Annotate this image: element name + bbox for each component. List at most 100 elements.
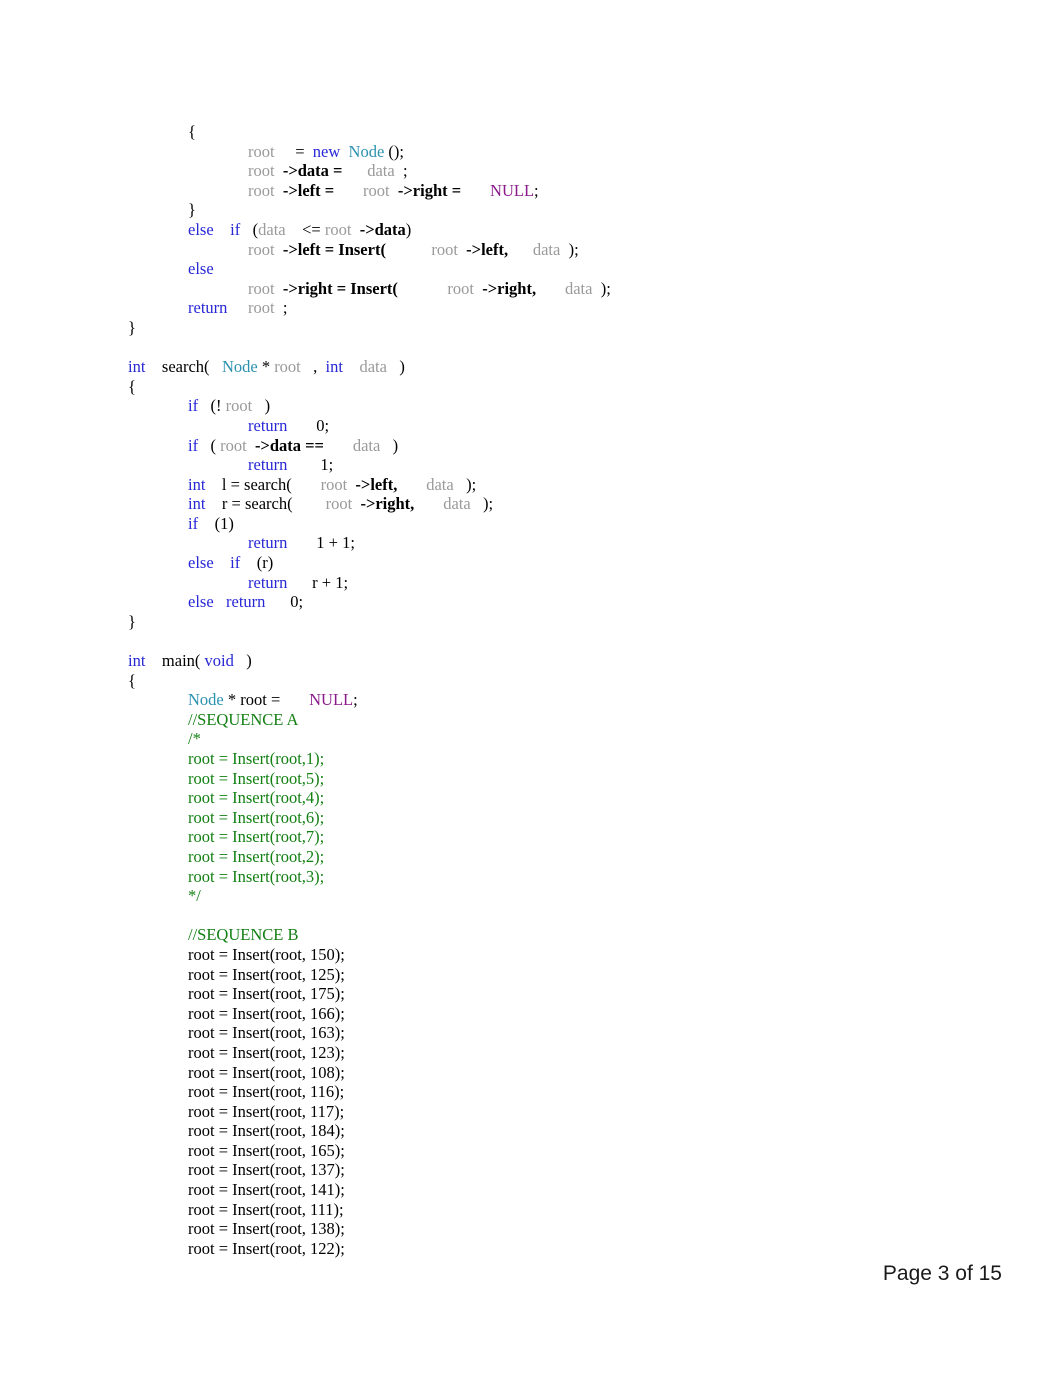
code-token: root = Insert(root,3); [188, 866, 325, 886]
code-token: /* [188, 729, 201, 749]
code-token: return [226, 592, 266, 612]
code-token: root = Insert(root, 138); [188, 1219, 345, 1239]
code-line: if (1) [128, 514, 988, 534]
document-page: {root = new Node (); root ->data = data ;… [0, 0, 1062, 1377]
code-token: root = Insert(root, 116); [188, 1082, 345, 1102]
code-line: else return 0; [128, 592, 988, 612]
code-line: //SEQUENCE A [128, 710, 988, 730]
code-token: root [274, 357, 301, 377]
code-token: root [363, 180, 390, 200]
code-token: root [220, 435, 247, 455]
code-line: if ( root ->data == data ) [128, 436, 988, 456]
code-line: root = Insert(root, 150); [128, 945, 988, 965]
code-line: root = Insert(root, 117); [128, 1102, 988, 1122]
code-listing: {root = new Node (); root ->data = data ;… [128, 122, 988, 1258]
code-token: root [325, 494, 353, 514]
code-token: (! [198, 396, 226, 416]
code-token: Node [221, 357, 258, 377]
code-token: { [188, 122, 196, 141]
code-token: root = Insert(root, 125); [188, 964, 345, 984]
code-token: return [248, 455, 288, 475]
code-token: root [248, 161, 275, 181]
code-token: } [128, 317, 136, 337]
code-token: ->left, [355, 474, 398, 494]
code-token: root [248, 180, 275, 200]
code-token: root [248, 278, 275, 298]
code-token: return [248, 415, 288, 435]
code-token: ( [198, 435, 221, 455]
code-line: root = Insert(root,4); [128, 788, 988, 808]
code-token: root = Insert(root,4); [188, 788, 325, 808]
code-token: ); [470, 494, 494, 514]
code-token: ; [534, 180, 539, 200]
code-token: ; [274, 298, 288, 318]
code-token: root = Insert(root, 150); [188, 944, 345, 964]
code-token: 1 + 1; [287, 533, 355, 553]
code-line: Node * root = NULL; [128, 690, 988, 710]
code-token: ->right = Insert( [282, 278, 398, 298]
code-line: return 1; [128, 455, 988, 475]
code-line: return 1 + 1; [128, 533, 988, 553]
code-token: ) [380, 435, 399, 455]
code-token: root = Insert(root,1); [188, 749, 325, 768]
code-token: root = Insert(root, 117); [188, 1101, 345, 1121]
code-token: * root = [223, 690, 281, 710]
code-line: { [128, 377, 988, 397]
code-token: if [230, 553, 241, 573]
code-line: root = Insert(root,6); [128, 808, 988, 828]
code-token: ->data = [282, 161, 343, 181]
code-line: } [128, 612, 988, 632]
code-line: root = Insert(root,1); [128, 749, 988, 769]
code-token: ->left = [282, 180, 335, 200]
code-line: root ->left = root ->right = NULL; [128, 181, 988, 201]
code-token: , [300, 357, 326, 377]
code-token: root = Insert(root, 137); [188, 1160, 345, 1180]
code-token: root = Insert(root,7); [188, 827, 325, 847]
code-token: r + 1; [287, 572, 349, 592]
code-token: = [274, 141, 313, 161]
code-token: ( [240, 219, 259, 239]
code-token: //SEQUENCE A [188, 709, 299, 729]
code-token: return [188, 298, 228, 318]
code-token: root = Insert(root,5); [188, 768, 325, 788]
code-line: { [128, 122, 988, 142]
code-token: root = Insert(root, 166); [188, 1003, 345, 1023]
code-line: root = Insert(root, 166); [128, 1004, 988, 1024]
code-token: else [188, 259, 214, 279]
code-token: return [248, 572, 288, 592]
code-token: root = Insert(root, 123); [188, 1042, 345, 1062]
code-line: else if (r) [128, 553, 988, 573]
code-token: data [443, 494, 471, 514]
code-token: ->right, [360, 494, 415, 514]
code-line: root = Insert(root, 122); [128, 1239, 988, 1259]
code-token: if [188, 435, 199, 455]
code-line: //SEQUENCE B [128, 925, 988, 945]
code-token: //SEQUENCE B [188, 925, 299, 945]
code-token: root [248, 298, 275, 318]
code-token: if [230, 219, 241, 239]
code-line: root ->left = Insert( root ->left, data … [128, 240, 988, 260]
code-token: root = Insert(root, 163); [188, 1023, 345, 1043]
code-token: ); [560, 239, 579, 259]
code-token: ; [353, 690, 358, 710]
code-line: root ->data = data ; [128, 161, 988, 181]
code-line: if (! root ) [128, 396, 988, 416]
code-token: data [532, 239, 561, 259]
code-token: */ [188, 886, 201, 906]
code-token: data [367, 161, 395, 181]
code-token: { [128, 376, 136, 396]
code-token: r = search( [205, 494, 293, 514]
